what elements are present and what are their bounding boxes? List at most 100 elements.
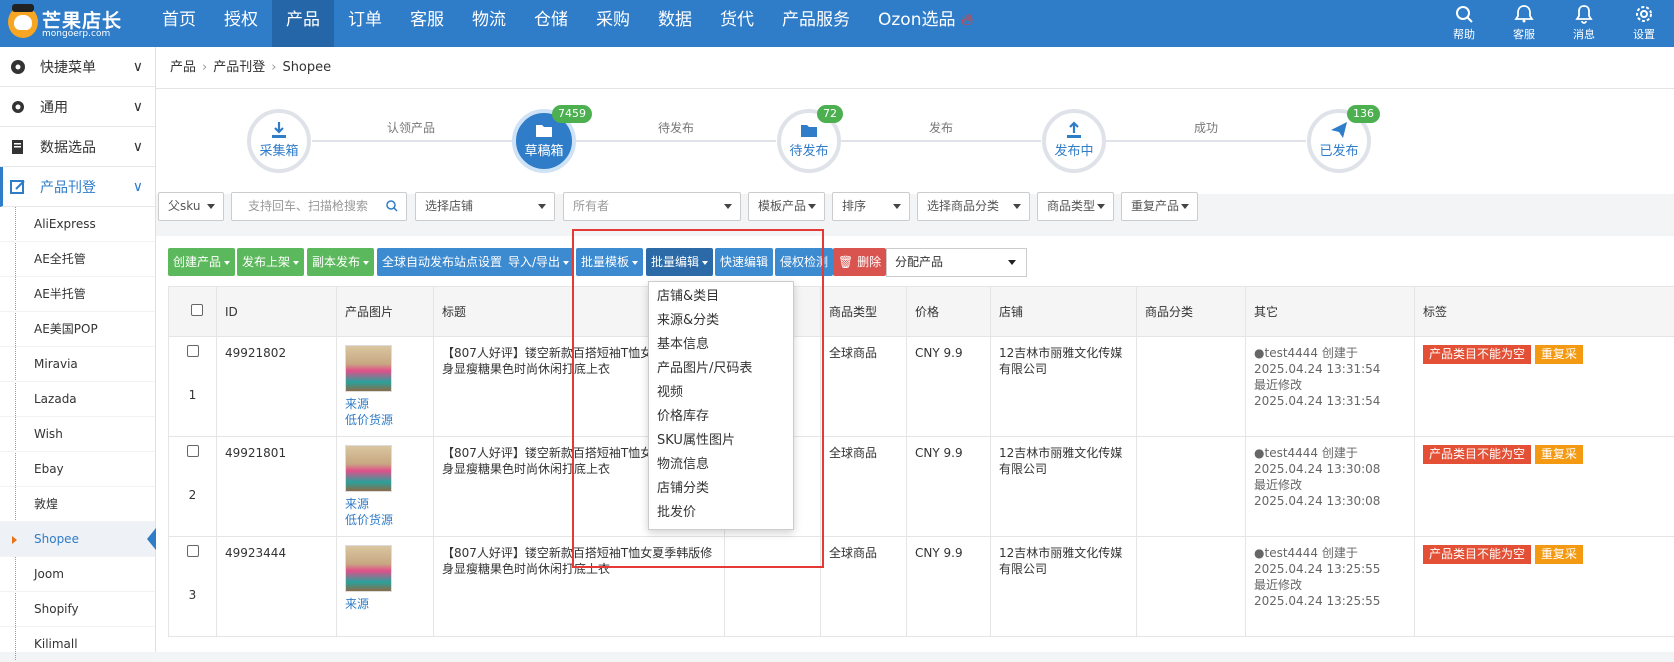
sidebar-item-ae-half[interactable]: AE半托管: [0, 277, 155, 312]
nav-product[interactable]: 产品: [272, 0, 334, 47]
copy-publish-button[interactable]: 副本发布: [307, 248, 374, 276]
sidebar-item-ebay[interactable]: Ebay: [0, 452, 155, 487]
nav-home[interactable]: 首页: [148, 0, 210, 47]
product-id: 49921801: [217, 437, 337, 537]
caret-down-icon: [207, 204, 215, 209]
search-input[interactable]: 支持回车、扫描枪搜索: [231, 192, 407, 221]
template-product-select[interactable]: 模板产品: [748, 192, 825, 221]
sidebar-item-lazada[interactable]: Lazada: [0, 382, 155, 417]
sidebar-item-kilimall[interactable]: Kilimall: [0, 627, 155, 662]
import-export-button[interactable]: 导入/导出: [503, 248, 574, 276]
step-published[interactable]: 136 已发布: [1307, 109, 1371, 173]
row-checkbox-cell: 3: [169, 537, 217, 637]
search-icon[interactable]: [386, 200, 398, 212]
nav-forwarder[interactable]: 货代: [706, 0, 768, 47]
sidebar-item-dhgate[interactable]: 敦煌: [0, 487, 155, 522]
user-icon: ●: [1254, 446, 1264, 460]
support-tool[interactable]: 客服: [1494, 0, 1554, 47]
column-header[interactable]: ID: [217, 287, 337, 337]
step-draft-box[interactable]: 7459 草稿箱: [512, 109, 576, 173]
product-type-select[interactable]: 商品类型: [1037, 192, 1114, 221]
sidebar-group-product-listing[interactable]: 产品刊登 ∨: [0, 167, 155, 207]
nav-logistics[interactable]: 物流: [458, 0, 520, 47]
owner-select[interactable]: 所有者: [563, 192, 741, 221]
nav-ozon[interactable]: Ozon选品 🔥︎: [864, 0, 987, 47]
duplicate-select[interactable]: 重复产品: [1121, 192, 1198, 221]
caret-down-icon: [224, 261, 230, 265]
product-price: CNY 9.9: [907, 337, 991, 437]
nav-data[interactable]: 数据: [644, 0, 706, 47]
brand-logo[interactable]: 芒果店长 mongoerp.com: [8, 4, 138, 42]
sidebar-item-shopee[interactable]: Shopee: [0, 522, 155, 557]
select-value: 分配产品: [895, 255, 943, 269]
product-type: 全球商品: [821, 437, 907, 537]
button-label: 全球自动发布站点设置: [382, 255, 502, 269]
settings-tool[interactable]: 设置: [1614, 0, 1674, 47]
parent-sku-select[interactable]: 父sku: [158, 192, 224, 221]
nav-warehouse[interactable]: 仓储: [520, 0, 582, 47]
sidebar-item-wish[interactable]: Wish: [0, 417, 155, 452]
document-icon: [10, 139, 26, 155]
nav-service[interactable]: 客服: [396, 0, 458, 47]
step-collect-box[interactable]: 采集箱: [247, 109, 311, 173]
caret-down-icon: [1097, 204, 1105, 209]
gear-icon: [10, 99, 26, 115]
sidebar-item-joom[interactable]: Joom: [0, 557, 155, 592]
chevron-right-icon: ›: [202, 60, 207, 75]
product-thumbnail[interactable]: [345, 545, 392, 592]
low-price-source-link[interactable]: 低价货源: [345, 412, 425, 428]
paper-plane-icon: [1330, 121, 1348, 139]
category-select[interactable]: 选择商品分类: [917, 192, 1030, 221]
nav-product-service[interactable]: 产品服务: [768, 0, 864, 47]
sort-select[interactable]: 排序: [832, 192, 910, 221]
sidebar-item-shopify[interactable]: Shopify: [0, 592, 155, 627]
source-link[interactable]: 来源: [345, 596, 425, 612]
row-checkbox[interactable]: [187, 445, 199, 457]
nav-auth[interactable]: 授权: [210, 0, 272, 47]
sidebar-group-general[interactable]: 通用 ∨: [0, 87, 155, 127]
creator-text: test4444 创建于: [1264, 446, 1357, 460]
message-tool[interactable]: 消息: [1554, 0, 1614, 47]
folder-icon: [535, 121, 553, 139]
assign-product-select[interactable]: 分配产品: [886, 248, 1027, 277]
help-tool[interactable]: 帮助: [1434, 0, 1494, 47]
nav-purchase[interactable]: 采购: [582, 0, 644, 47]
store-select[interactable]: 选择店铺: [415, 192, 555, 221]
delete-button[interactable]: 🗑︎ 删除: [833, 248, 886, 276]
breadcrumb-item[interactable]: 产品: [170, 60, 196, 75]
create-product-button[interactable]: 创建产品: [168, 248, 235, 276]
table-row: 3 49923444 来源 【807人好评】镂空新款百搭短袖T恤女夏季韩版修身显…: [169, 537, 1674, 637]
product-thumbnail[interactable]: [345, 445, 392, 492]
sidebar-item-aliexpress[interactable]: AliExpress: [0, 207, 155, 242]
sidebar-item-ae-full[interactable]: AE全托管: [0, 242, 155, 277]
column-header: 商品分类: [1137, 287, 1246, 337]
select-all-checkbox[interactable]: [191, 304, 203, 316]
sidebar-group-shortcuts[interactable]: 快捷菜单 ∨: [0, 47, 155, 87]
upload-icon: [1065, 121, 1083, 139]
row-checkbox[interactable]: [187, 345, 199, 357]
search-icon: [1454, 4, 1474, 24]
publish-button[interactable]: 发布上架: [237, 248, 304, 276]
row-checkbox[interactable]: [187, 545, 199, 557]
column-header[interactable]: 价格: [907, 287, 991, 337]
creator-text: test4444 创建于: [1264, 546, 1357, 560]
error-tag: 产品类目不能为空: [1423, 445, 1531, 464]
brand-url: mongoerp.com: [42, 29, 110, 39]
product-thumbnail[interactable]: [345, 345, 392, 392]
sidebar-item-ae-us-pop[interactable]: AE美国POP: [0, 312, 155, 347]
breadcrumb-item[interactable]: 产品刊登: [213, 60, 265, 75]
nav-order[interactable]: 订单: [334, 0, 396, 47]
sidebar-item-miravia[interactable]: Miravia: [0, 347, 155, 382]
chevron-down-icon: ∨: [133, 59, 143, 75]
auto-site-settings-button[interactable]: 全球自动发布站点设置: [377, 248, 507, 276]
sidebar-group-data-selection[interactable]: 数据选品 ∨: [0, 127, 155, 167]
step-publishing[interactable]: 发布中: [1042, 109, 1106, 173]
source-link[interactable]: 来源: [345, 396, 425, 412]
product-id: 49923444: [217, 537, 337, 637]
sidebar: 快捷菜单 ∨ 通用 ∨ 数据选品 ∨ 产品刊登 ∨ AliExpress AE全…: [0, 47, 156, 652]
source-link[interactable]: 来源: [345, 496, 425, 512]
error-tag: 产品类目不能为空: [1423, 345, 1531, 364]
low-price-source-link[interactable]: 低价货源: [345, 512, 425, 528]
select-all-checkbox-cell[interactable]: [169, 287, 217, 337]
step-pending-publish[interactable]: 72 待发布: [777, 109, 841, 173]
